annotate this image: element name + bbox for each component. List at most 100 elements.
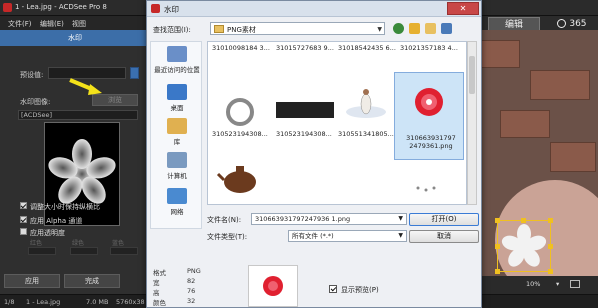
back-icon[interactable]: [393, 23, 404, 34]
open-button[interactable]: 打开(O): [409, 213, 479, 226]
green-field[interactable]: [70, 247, 98, 255]
lookin-label: 查找范围(I):: [153, 26, 191, 34]
zoom-dropdown-icon[interactable]: ▾: [556, 280, 559, 288]
up-folder-icon[interactable]: [409, 23, 420, 34]
done-button[interactable]: 完成: [64, 274, 120, 288]
network-icon: [167, 188, 187, 204]
computer-icon: [167, 152, 187, 168]
resize-handle[interactable]: [548, 244, 553, 249]
recent-places-icon: [167, 46, 187, 62]
resize-handle[interactable]: [495, 269, 500, 274]
file-item-label[interactable]: 31015727683 9...: [276, 44, 334, 52]
file-list-scrollbar[interactable]: [467, 41, 477, 205]
red-label: 红色: [30, 240, 43, 247]
status-filesize: 7.0 MB: [86, 298, 109, 306]
lookin-dropdown[interactable]: PNG素材 ▼: [210, 22, 385, 35]
places-bar: 最近访问的位置 桌面 库 计算机 网络: [150, 41, 202, 229]
info-width-key: 宽: [153, 279, 160, 287]
format-dropdown[interactable]: [ACDSee]: [18, 110, 138, 120]
dots-thumbnail[interactable]: [402, 174, 452, 204]
ring-image: [226, 98, 254, 126]
library-icon: [167, 118, 187, 134]
place-computer[interactable]: 计算机: [151, 152, 203, 180]
menu-file[interactable]: 文件(F): [8, 19, 32, 29]
apply-alpha-label: 应用 Alpha 通道: [30, 217, 83, 225]
365-icon: [557, 19, 567, 28]
zoom-bar: 10% ▾: [478, 276, 598, 294]
file-item-label[interactable]: 310523194308...: [276, 130, 332, 138]
menu-edit[interactable]: 编辑(E): [40, 19, 64, 29]
file-preview-thumbnail: [248, 265, 298, 307]
place-recent[interactable]: 最近访问的位置: [151, 46, 203, 74]
blue-label: 蓝色: [112, 240, 125, 247]
place-network[interactable]: 网络: [151, 188, 203, 216]
show-preview-checkbox[interactable]: [329, 285, 337, 293]
apply-transparency-label: 应用透明度: [30, 229, 65, 237]
apply-alpha-checkbox[interactable]: [20, 216, 27, 223]
place-library-label: 库: [173, 138, 181, 146]
place-network-label: 网络: [170, 208, 184, 216]
apply-transparency-checkbox[interactable]: [20, 228, 27, 235]
teapot-thumbnail[interactable]: [216, 154, 264, 198]
watermark-panel: 水印 预设值: 水印图像: 浏览 [ACDSee] 调整大小时保持纵横比 应用 …: [0, 30, 150, 294]
watermark-open-dialog: 水印 ✕ 查找范围(I): PNG素材 ▼ 最近访问的位置 桌面 库 计算机 网…: [146, 0, 482, 308]
info-height-value: 76: [187, 287, 196, 295]
place-library[interactable]: 库: [151, 118, 203, 146]
close-icon[interactable]: ✕: [447, 2, 479, 15]
file-item-label[interactable]: 31018542435 6...: [338, 44, 396, 52]
keep-aspect-checkbox[interactable]: [20, 202, 27, 209]
resize-handle[interactable]: [548, 269, 553, 274]
zoom-level[interactable]: 10%: [526, 280, 540, 288]
dancer-thumbnail[interactable]: [340, 82, 392, 134]
file-item-label[interactable]: 310551341805...: [338, 130, 394, 138]
watermark-image-label: 水印图像:: [20, 98, 51, 106]
teapot-image: [216, 166, 256, 193]
file-info-panel: 格式 PNG 宽 82 高 76 颜色 32: [153, 265, 243, 308]
resize-handle[interactable]: [521, 218, 526, 223]
keep-aspect-label: 调整大小时保持纵横比: [30, 203, 100, 211]
view-menu-icon[interactable]: [441, 23, 452, 34]
info-width-value: 82: [187, 277, 196, 285]
dialog-app-icon: [151, 4, 160, 13]
menu-view[interactable]: 视图: [72, 19, 86, 29]
strip-thumbnail[interactable]: [276, 102, 334, 118]
file-list: 31010098184 3... 31015727683 9... 310185…: [207, 41, 467, 205]
filename-label: 文件名(N):: [207, 216, 242, 224]
app-title: 1 - Lea.jpg - ACDSee Pro 8: [15, 3, 107, 11]
apply-button[interactable]: 应用: [4, 274, 60, 288]
panel-title: 水印: [0, 30, 150, 46]
dialog-title-bar: 水印 ✕: [147, 1, 481, 17]
filetype-dropdown[interactable]: 所有文件 (*.*) ▼: [288, 230, 407, 242]
place-desktop[interactable]: 桌面: [151, 84, 203, 112]
new-folder-icon[interactable]: [425, 23, 436, 34]
filename-input[interactable]: 310663931797247936 1.png ▼: [251, 213, 407, 225]
chevron-down-icon: ▼: [377, 26, 382, 33]
preset-label: 预设值:: [20, 71, 44, 79]
selected-file-label[interactable]: 310663931797 2479361.png: [398, 134, 464, 150]
watermark-selection-box[interactable]: [497, 220, 551, 272]
resize-handle[interactable]: [495, 244, 500, 249]
file-item-label[interactable]: 310523194308...: [212, 130, 268, 138]
resize-handle[interactable]: [495, 218, 500, 223]
resize-handle[interactable]: [548, 218, 553, 223]
save-preset-icon[interactable]: [130, 67, 139, 79]
rose-thumbnail[interactable]: [400, 76, 458, 130]
fit-icon[interactable]: [570, 280, 580, 288]
green-label: 绿色: [72, 240, 85, 247]
chevron-down-icon: ▼: [398, 215, 403, 222]
blue-field[interactable]: [110, 247, 138, 255]
filename-value: 310663931797247936 1.png: [255, 215, 351, 223]
chevron-down-icon: ▼: [398, 232, 403, 239]
status-filename: 1 - Lea.jpg: [26, 298, 61, 306]
info-color-value: 32: [187, 297, 196, 305]
ring-thumbnail[interactable]: [222, 94, 258, 130]
info-format-value: PNG: [187, 267, 201, 275]
lookin-value: PNG素材: [227, 26, 256, 34]
file-item-label[interactable]: 31010098184 3...: [212, 44, 270, 52]
cancel-button[interactable]: 取消: [409, 230, 479, 243]
flower-watermark-overlay-icon: [501, 224, 547, 267]
rose-preview-image: [263, 276, 283, 296]
dancer-image: [346, 89, 386, 118]
file-item-label[interactable]: 31021357183 4...: [400, 44, 458, 52]
red-field[interactable]: [28, 247, 56, 255]
